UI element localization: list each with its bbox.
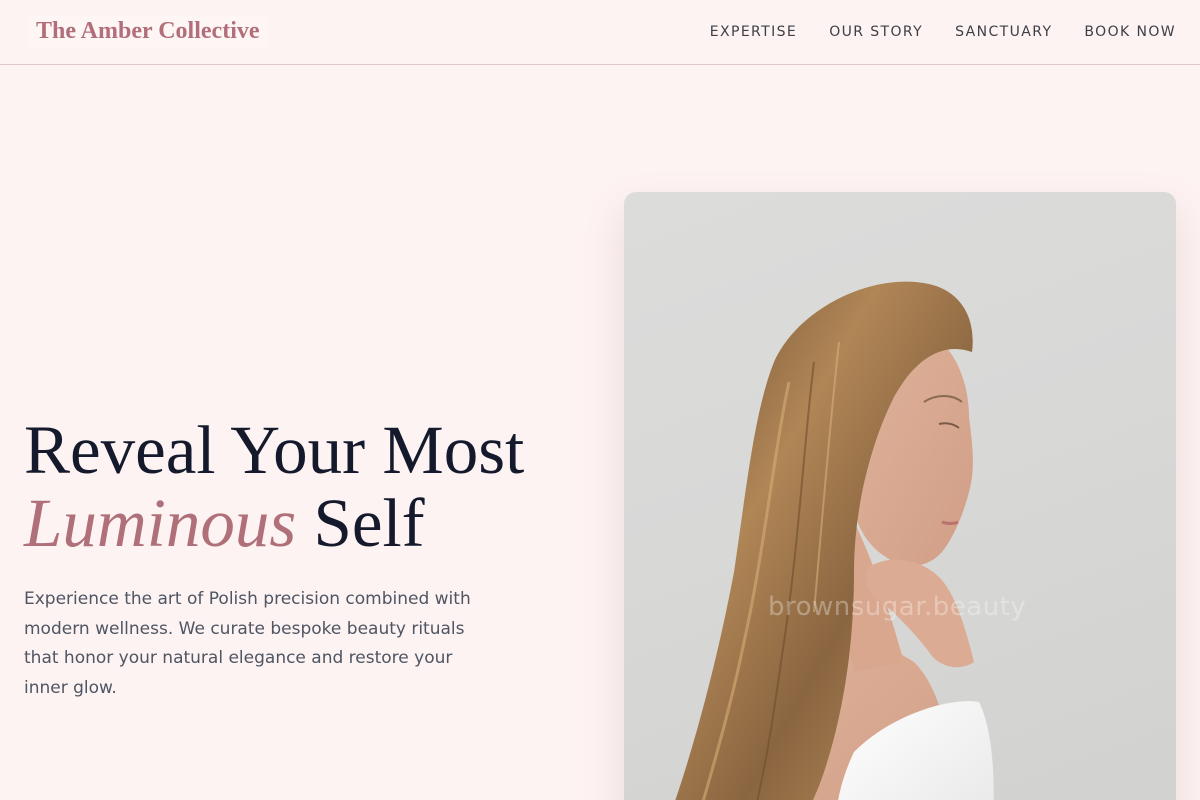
hero-description: Experience the art of Polish precision c… bbox=[24, 589, 471, 698]
hero-image: brownsugar.beauty bbox=[624, 192, 1176, 800]
nav-link-book-now[interactable]: BOOK NOW bbox=[1084, 22, 1176, 42]
nav-link-our-story[interactable]: OUR STORY bbox=[829, 22, 923, 42]
hero-title-accent: Luminous bbox=[24, 485, 297, 561]
nav-link-expertise[interactable]: EXPERTISE bbox=[710, 22, 797, 42]
brand-logo-link[interactable]: The Amber Collective bbox=[28, 15, 268, 48]
hero-title: Reveal Your Most Luminous Self bbox=[24, 414, 584, 560]
woman-profile-illustration bbox=[675, 281, 994, 800]
nav-link-sanctuary[interactable]: SANCTUARY bbox=[955, 22, 1052, 42]
top-navigation: The Amber Collective EXPERTISE OUR STORY… bbox=[0, 0, 1200, 65]
hero-title-end: Self bbox=[313, 485, 425, 561]
main-nav: EXPERTISE OUR STORY SANCTUARY BOOK NOW bbox=[710, 22, 1176, 42]
hero-title-line1: Reveal Your Most bbox=[24, 412, 525, 488]
